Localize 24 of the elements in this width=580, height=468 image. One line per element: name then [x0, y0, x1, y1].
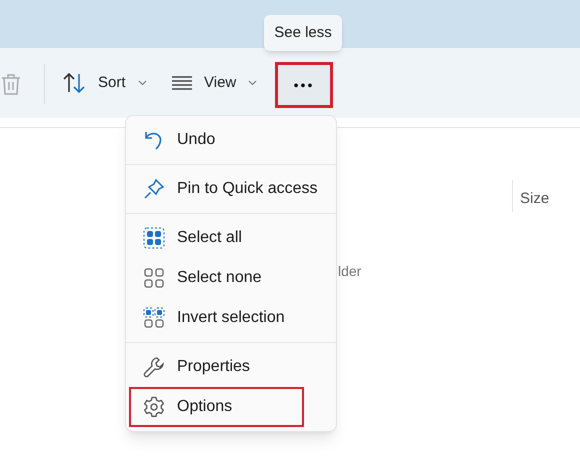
- pin-icon: [143, 178, 165, 200]
- tooltip: See less: [264, 15, 342, 51]
- column-header[interactable]: Size: [520, 188, 550, 210]
- select-none-icon: [144, 268, 164, 288]
- delete-button[interactable]: [0, 72, 22, 96]
- view-button[interactable]: View: [162, 63, 268, 103]
- menu-item[interactable]: Select all: [129, 218, 333, 258]
- wrench-icon: [143, 356, 165, 378]
- sort-icon: [62, 73, 86, 93]
- menu-item[interactable]: Invert selection: [129, 298, 333, 338]
- list-view-icon: [172, 76, 192, 90]
- menu-item[interactable]: Options: [129, 387, 304, 427]
- menu-item[interactable]: Undo: [129, 120, 333, 160]
- undo-icon: [144, 130, 164, 150]
- invert-selection-icon: [143, 307, 165, 329]
- trash-icon: [1, 73, 21, 95]
- sort-button[interactable]: Sort: [52, 63, 157, 103]
- empty-folder-text: lder: [338, 262, 362, 281]
- select-all-icon: [143, 227, 165, 249]
- more-options-button[interactable]: •••: [275, 62, 333, 108]
- menu-item[interactable]: Properties: [129, 347, 333, 387]
- menu-item[interactable]: Pin to Quick access: [129, 169, 333, 209]
- menu-item[interactable]: Select none: [129, 258, 333, 298]
- settings-icon: [143, 396, 165, 418]
